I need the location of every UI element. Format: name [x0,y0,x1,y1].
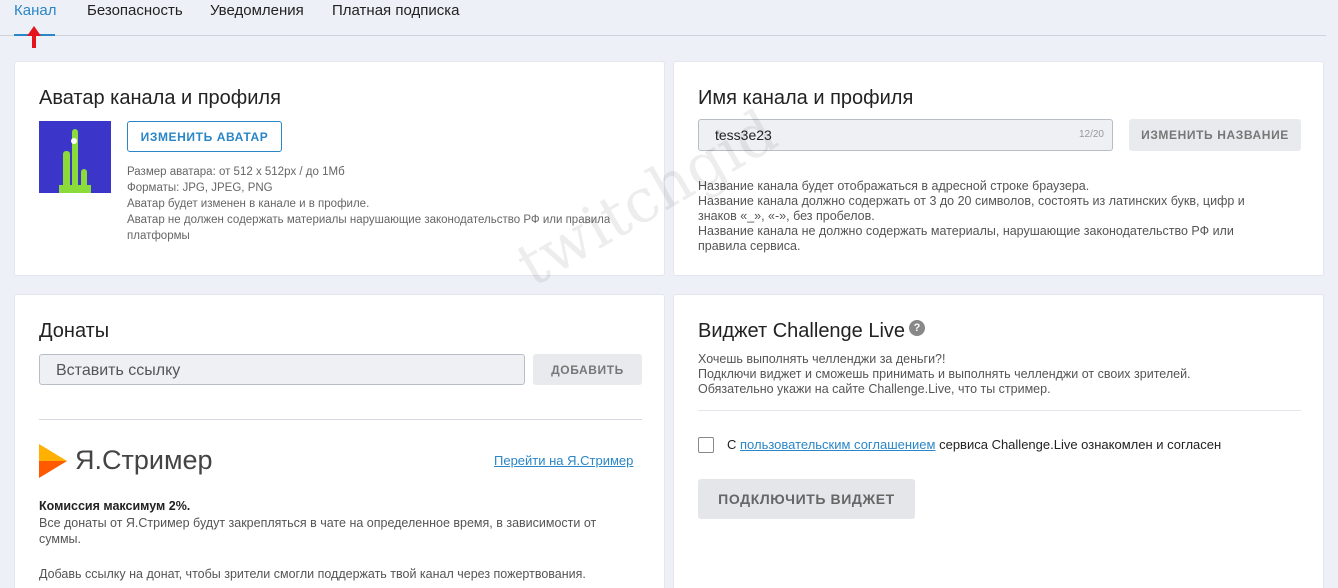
divider [698,410,1301,411]
connect-widget-button[interactable]: ПОДКЛЮЧИТЬ ВИДЖЕТ [698,479,915,519]
channel-name-title: Имя канала и профиля [698,87,914,109]
avatar-card-title: Аватар канала и профиля [39,87,281,109]
commission-text: Комиссия максимум 2%. [39,499,191,513]
donations-footer: Добавь ссылку на донат, чтобы зрители см… [39,567,586,582]
donation-link-input[interactable]: Вставить ссылку [39,354,525,385]
channel-name-rules: Название канала будет отображаться в адр… [698,179,1245,254]
change-avatar-button[interactable]: ИЗМЕНИТЬ АВАТАР [127,121,282,152]
donations-footer-line: Добавь ссылку на донат, чтобы зрители см… [39,567,586,581]
donations-description: Все донаты от Я.Стример будут закреплять… [39,515,596,547]
char-counter: 12/20 [1078,129,1104,140]
avatar-info-line: Размер аватара: от 512 x 512px / до 1Мб [127,166,345,178]
ya-streamer-icon [39,444,67,478]
tab-security[interactable]: Безопасность [87,2,183,19]
ya-streamer-name: Я.Стример [75,445,213,475]
donation-link-placeholder: Вставить ссылку [56,362,181,379]
rule-line: Название канала должно содержать от 3 до… [698,194,1245,208]
avatar [39,121,111,193]
tab-bar: Канал Безопасность Уведомления Платная п… [0,0,1326,36]
donations-card: Донаты Вставить ссылку ДОБАВИТЬ Я.Стриме… [14,294,665,588]
agreement-text: С пользовательским соглашением сервиса C… [727,437,1221,452]
tab-paid-subscription[interactable]: Платная подписка [332,2,459,19]
donations-title: Донаты [39,320,110,342]
ya-streamer-logo: Я.Стример [39,444,239,478]
avatar-info-line: Аватар не должен содержать материалы нар… [127,214,611,226]
tab-notifications[interactable]: Уведомления [210,2,304,19]
change-name-button[interactable]: ИЗМЕНИТЬ НАЗВАНИЕ [1129,119,1301,151]
tab-channel[interactable]: Канал [14,2,56,19]
agreement-suffix: сервиса Challenge.Live ознакомлен и согл… [935,437,1222,452]
rule-line: правила сервиса. [698,239,801,253]
donations-desc-line: суммы. [39,532,82,546]
avatar-image-icon [59,129,91,193]
divider [39,419,642,420]
agreement-prefix: С [727,437,740,452]
add-donation-button[interactable]: ДОБАВИТЬ [533,354,642,385]
avatar-requirements: Размер аватара: от 512 x 512px / до 1Мб … [127,164,610,244]
channel-name-input[interactable]: tess3e23 12/20 [698,119,1113,151]
rule-line: Название канала будет отображаться в адр… [698,179,1090,193]
avatar-info-line: платформы [127,230,190,242]
channel-name-value: tess3e23 [715,127,772,143]
avatar-card: Аватар канала и профиля ИЗМЕНИТЬ АВАТАР … [14,61,665,276]
user-agreement-link[interactable]: пользовательским соглашением [740,437,935,452]
avatar-info-line: Форматы: JPG, JPEG, PNG [127,182,273,194]
go-to-ya-streamer-link[interactable]: Перейти на Я.Стример [494,453,633,468]
challenge-description: Хочешь выполнять челленджи за деньги?! П… [698,352,1191,397]
challenge-title: Виджет Challenge Live [698,320,906,342]
rule-line: Название канала не должно содержать мате… [698,224,1234,238]
red-arrow-icon [27,26,41,48]
challenge-desc-line: Подключи виджет и сможешь принимать и вы… [698,367,1191,381]
channel-name-card: Имя канала и профиля tess3e23 12/20 ИЗМЕ… [673,61,1324,276]
avatar-info-line: Аватар будет изменен в канале и в профил… [127,198,370,210]
rule-line: знаков «_», «-», без пробелов. [698,209,875,223]
challenge-desc-line: Обязательно укажи на сайте Challenge.Liv… [698,382,1051,396]
help-icon[interactable]: ? [909,320,925,336]
challenge-desc-line: Хочешь выполнять челленджи за деньги?! [698,352,946,366]
challenge-live-card: Виджет Challenge Live ? Хочешь выполнять… [673,294,1324,588]
agreement-checkbox[interactable] [698,437,714,453]
donations-desc-line: Все донаты от Я.Стример будут закреплять… [39,516,597,530]
